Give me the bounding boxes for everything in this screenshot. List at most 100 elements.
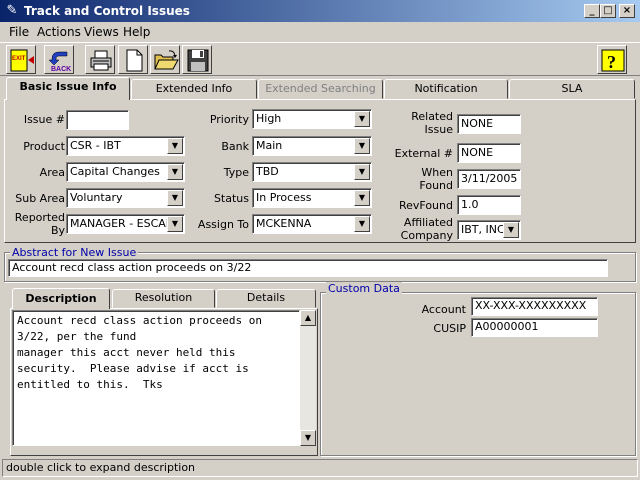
external-number-field[interactable]: NONE (457, 143, 521, 163)
type-value: TBD (256, 165, 279, 178)
abstract-field[interactable]: Account recd class action proceeds on 3/… (8, 259, 608, 277)
window-title: Track and Control Issues (24, 4, 190, 18)
exit-button[interactable]: EXIT (6, 45, 36, 74)
description-scrollbar[interactable]: ▲ ▼ (300, 310, 316, 446)
help-icon: ? (601, 49, 625, 72)
related-issue-label: Related Issue (411, 110, 453, 136)
chevron-down-icon[interactable]: ▼ (503, 222, 519, 238)
status-label: Status (213, 192, 249, 205)
tab-description[interactable]: Description (12, 288, 110, 309)
reported-by-select[interactable]: MANAGER - ESCAL/ ▼ (66, 214, 185, 234)
sub-area-select[interactable]: Voluntary ▼ (66, 188, 185, 208)
chevron-down-icon[interactable]: ▼ (354, 216, 370, 232)
custom-data-legend: Custom Data (326, 282, 402, 295)
menu-file[interactable]: File (9, 25, 29, 39)
new-document-icon (126, 49, 143, 72)
rev-found-field[interactable]: 1.0 (457, 195, 521, 215)
product-select[interactable]: CSR - IBT ▼ (66, 136, 185, 156)
status-bar: double click to expand description (2, 459, 638, 477)
issue-number-field[interactable] (66, 110, 129, 130)
product-label: Product (23, 140, 65, 153)
status-value: In Process (256, 191, 312, 204)
chevron-down-icon[interactable]: ▼ (354, 164, 370, 180)
save-icon (187, 49, 209, 72)
back-button[interactable]: BACK (44, 45, 74, 74)
affiliated-company-label: Affiliated Company (400, 216, 453, 242)
minimize-button[interactable]: _ (584, 4, 600, 18)
tab-resolution[interactable]: Resolution (112, 289, 215, 308)
toolbar: EXIT BACK ? (0, 42, 640, 76)
tab-details[interactable]: Details (216, 289, 316, 308)
priority-value: High (256, 112, 282, 125)
assign-to-label: Assign To (197, 218, 249, 231)
back-text: BACK (51, 66, 71, 73)
back-icon: BACK (48, 51, 71, 73)
open-folder-icon (154, 50, 179, 70)
exit-text: EXIT (12, 56, 26, 62)
tab-extended-searching[interactable]: Extended Searching (258, 79, 383, 99)
bank-value: Main (256, 139, 283, 152)
assign-to-value: MCKENNA (256, 217, 312, 230)
menu-help[interactable]: Help (123, 25, 150, 39)
tab-sla[interactable]: SLA (509, 79, 635, 99)
exit-icon: EXIT (10, 49, 34, 72)
custom-data-group (320, 292, 636, 456)
priority-label: Priority (209, 113, 249, 126)
related-issue-field[interactable]: NONE (457, 114, 521, 134)
abstract-legend: Abstract for New Issue (10, 246, 139, 259)
status-select[interactable]: In Process ▼ (252, 188, 372, 208)
tab-notification[interactable]: Notification (384, 79, 508, 99)
priority-select[interactable]: High ▼ (252, 109, 372, 129)
chevron-down-icon[interactable]: ▼ (354, 190, 370, 206)
chevron-down-icon[interactable]: ▼ (354, 111, 370, 127)
when-found-field[interactable]: 3/11/2005 (457, 169, 521, 189)
chevron-down-icon[interactable]: ▼ (354, 138, 370, 154)
scroll-down-icon[interactable]: ▼ (300, 430, 316, 446)
app-icon: ✎ (6, 3, 18, 18)
description-textarea[interactable]: Account recd class action proceeds on 3/… (12, 310, 300, 446)
menu-bar: File Actions Views Help (0, 22, 640, 42)
open-button[interactable] (150, 45, 180, 74)
tab-basic-issue-info[interactable]: Basic Issue Info (6, 77, 130, 100)
menu-views[interactable]: Views (84, 25, 119, 39)
print-icon (90, 50, 112, 71)
when-found-label: When Found (419, 166, 453, 192)
new-button[interactable] (118, 45, 148, 74)
affiliated-company-value: IBT, INC (461, 223, 505, 236)
type-select[interactable]: TBD ▼ (252, 162, 372, 182)
account-field[interactable]: XX-XXX-XXXXXXXXX (471, 297, 598, 316)
rev-found-label: RevFound (398, 199, 453, 212)
product-value: CSR - IBT (70, 139, 121, 152)
chevron-down-icon[interactable]: ▼ (167, 138, 183, 154)
tab-extended-info[interactable]: Extended Info (131, 79, 257, 99)
cusip-field[interactable]: A00000001 (471, 318, 598, 337)
assign-to-select[interactable]: MCKENNA ▼ (252, 214, 372, 234)
bank-label: Bank (221, 140, 249, 153)
bank-select[interactable]: Main ▼ (252, 136, 372, 156)
reported-by-value: MANAGER - ESCAL/ (70, 217, 176, 230)
issue-number-label: Issue # (23, 113, 65, 126)
type-label: Type (223, 166, 249, 179)
chevron-down-icon[interactable]: ▼ (167, 216, 183, 232)
area-label: Area (39, 166, 65, 179)
maximize-button[interactable]: □ (600, 4, 616, 18)
area-value: Capital Changes (70, 165, 160, 178)
affiliated-company-select[interactable]: IBT, INC ▼ (457, 220, 521, 240)
print-button[interactable] (85, 45, 115, 74)
chevron-down-icon[interactable]: ▼ (167, 190, 183, 206)
menu-actions[interactable]: Actions (37, 25, 81, 39)
reported-by-label: Reported By (14, 211, 65, 237)
account-label: Account (421, 303, 466, 316)
area-select[interactable]: Capital Changes ▼ (66, 162, 185, 182)
help-button[interactable]: ? (597, 45, 627, 74)
title-bar: ✎ Track and Control Issues _ □ × (0, 0, 640, 22)
save-button[interactable] (182, 45, 212, 74)
scroll-up-icon[interactable]: ▲ (300, 310, 316, 326)
basic-issue-panel: Issue # Product CSR - IBT ▼ Area Capital… (4, 99, 636, 243)
sub-area-value: Voluntary (70, 191, 123, 204)
sub-area-label: Sub Area (15, 192, 65, 205)
cusip-label: CUSIP (433, 322, 466, 335)
chevron-down-icon[interactable]: ▼ (167, 164, 183, 180)
close-button[interactable]: × (619, 4, 635, 18)
help-glyph: ? (607, 52, 616, 72)
